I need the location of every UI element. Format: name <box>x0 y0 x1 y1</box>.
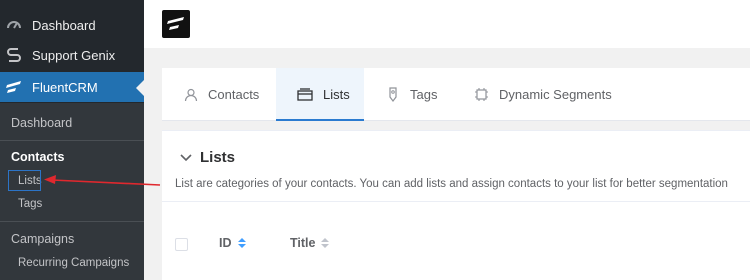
fluentcrm-logo[interactable] <box>162 10 190 38</box>
lists-icon <box>297 87 313 102</box>
panel-description: List are categories of your contacts. Yo… <box>175 178 728 190</box>
submenu-tags[interactable]: Tags <box>18 198 42 210</box>
column-header-id-label: ID <box>219 236 232 250</box>
user-icon <box>184 88 198 102</box>
menu-dashboard[interactable]: Dashboard <box>0 10 144 40</box>
table-top-border <box>162 201 750 202</box>
menu-fluentcrm[interactable]: FluentCRM <box>0 72 144 102</box>
lists-panel: Lists List are categories of your contac… <box>162 130 750 280</box>
app-header <box>144 0 750 48</box>
tab-lists-label: Lists <box>323 87 350 102</box>
sort-icon[interactable] <box>237 238 246 248</box>
tab-tags-label: Tags <box>410 87 438 102</box>
chevron-down-icon[interactable] <box>180 153 192 162</box>
menu-fluentcrm-label: FluentCRM <box>32 79 98 95</box>
tab-dynamic-segments[interactable]: Dynamic Segments <box>474 68 612 121</box>
menu-support-genix[interactable]: Support Genix <box>0 40 144 70</box>
fluentcrm-logo-icon <box>0 80 28 94</box>
panel-title: Lists <box>180 149 235 166</box>
active-menu-notch <box>136 80 144 96</box>
tab-tags[interactable]: Tags <box>386 68 437 121</box>
submenu-campaigns[interactable]: Campaigns <box>11 232 74 246</box>
column-header-title-label: Title <box>290 236 316 250</box>
gauge-icon <box>0 17 28 33</box>
column-header-title[interactable]: Title <box>290 236 330 250</box>
segments-icon <box>474 87 489 102</box>
submenu-recurring-campaigns[interactable]: Recurring Campaigns <box>18 257 129 269</box>
sort-icon[interactable] <box>321 238 330 248</box>
menu-dashboard-label: Dashboard <box>32 17 96 33</box>
column-header-id[interactable]: ID <box>219 236 246 250</box>
contacts-tabs: Contacts Lists Tags Dynamic Segments <box>162 68 750 121</box>
panel-title-text: Lists <box>200 149 236 166</box>
support-genix-icon <box>0 46 28 64</box>
submenu-divider <box>0 140 144 141</box>
lists-highlight-box <box>8 170 41 191</box>
fluentcrm-submenu: Dashboard Contacts Lists Tags Campaigns … <box>0 103 144 280</box>
select-all-checkbox[interactable] <box>175 238 188 251</box>
admin-sidebar: Dashboard Support Genix FluentCRM Dashbo… <box>0 0 144 280</box>
tab-contacts[interactable]: Contacts <box>162 68 276 121</box>
tab-dynamic-segments-label: Dynamic Segments <box>499 87 612 102</box>
menu-support-genix-label: Support Genix <box>32 47 116 63</box>
submenu-divider <box>0 221 144 222</box>
submenu-dashboard[interactable]: Dashboard <box>11 116 72 130</box>
submenu-contacts[interactable]: Contacts <box>11 150 64 164</box>
tag-icon <box>386 87 400 102</box>
tab-contacts-label: Contacts <box>208 87 260 102</box>
tab-lists[interactable]: Lists <box>276 68 364 121</box>
